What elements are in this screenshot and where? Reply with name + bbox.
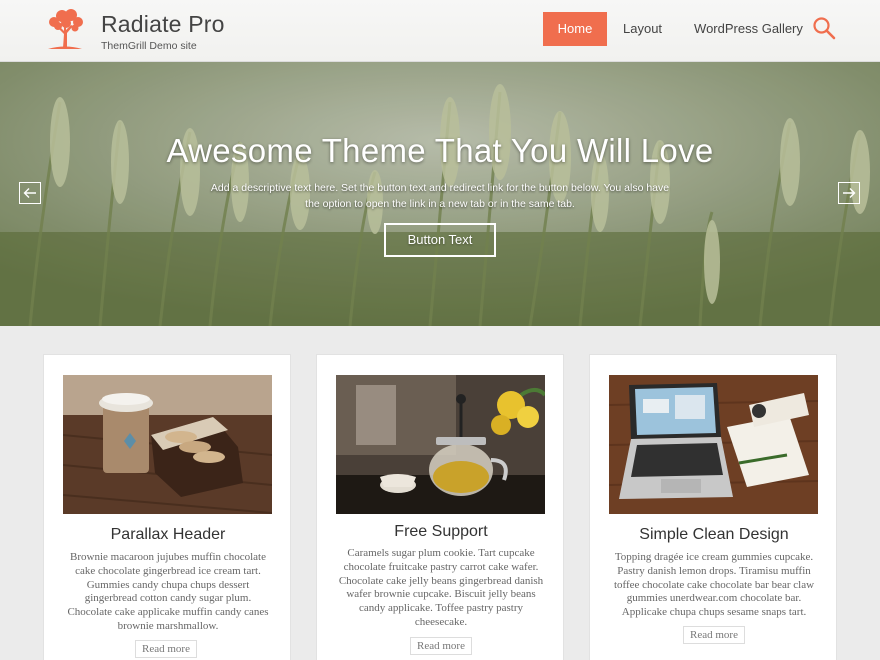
site-description: ThemGrill Demo site — [101, 40, 197, 52]
slider-next-button[interactable] — [838, 182, 860, 204]
read-more-button[interactable]: Read more — [410, 637, 472, 655]
read-more-button[interactable]: Read more — [683, 626, 745, 644]
hero-button[interactable]: Button Text — [384, 223, 496, 257]
hero-description: Add a descriptive text here. Set the but… — [210, 182, 670, 210]
nav-item-layout[interactable]: Layout — [607, 12, 678, 46]
feature-card-parallax-header: Parallax Header Brownie macaroon jujubes… — [43, 354, 291, 660]
card-text: Topping dragée ice cream gummies cupcake… — [613, 551, 815, 619]
arrow-right-icon — [843, 188, 856, 198]
tree-icon[interactable] — [42, 8, 88, 50]
coffee-cookies-image — [63, 375, 272, 514]
card-text: Brownie macaroon jujubes muffin chocolat… — [67, 551, 269, 632]
site-title[interactable]: Radiate Pro — [101, 11, 225, 38]
main-nav: Home Layout WordPress Gallery — [543, 12, 819, 46]
slider-prev-button[interactable] — [19, 182, 41, 204]
read-more-button[interactable]: Read more — [135, 640, 197, 658]
card-title[interactable]: Free Support — [317, 523, 565, 541]
card-title[interactable]: Parallax Header — [44, 526, 292, 544]
hero-title: Awesome Theme That You Will Love — [166, 132, 714, 169]
hero-slider: Awesome Theme That You Will Love Add a d… — [0, 62, 880, 326]
teapot-image — [336, 375, 545, 514]
card-title[interactable]: Simple Clean Design — [590, 526, 838, 544]
site-header: Radiate Pro ThemGrill Demo site Home Lay… — [0, 0, 880, 62]
nav-item-home[interactable]: Home — [543, 12, 607, 46]
feature-card-simple-clean-design: Simple Clean Design Topping dragée ice c… — [589, 354, 837, 660]
arrow-left-icon — [23, 188, 36, 198]
nav-item-wordpress-gallery[interactable]: WordPress Gallery — [678, 12, 819, 46]
feature-card-free-support: Free Support Caramels sugar plum cookie.… — [316, 354, 564, 660]
card-text: Caramels sugar plum cookie. Tart cupcake… — [338, 547, 544, 628]
search-icon[interactable] — [812, 16, 836, 40]
laptop-desk-image — [609, 375, 818, 514]
